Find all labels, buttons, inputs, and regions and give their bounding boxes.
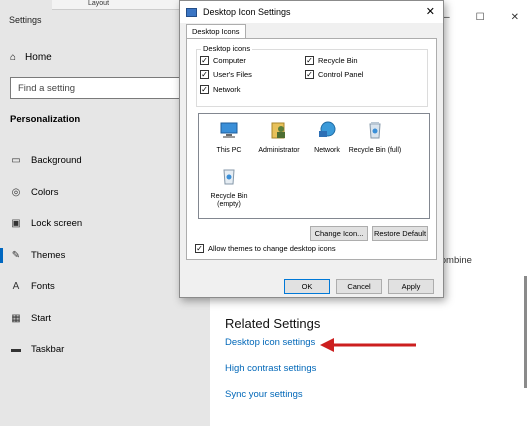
home-nav-item[interactable]: ⌂ Home: [10, 52, 52, 63]
icon-label: This PC: [216, 147, 242, 154]
section-title: Personalization: [10, 114, 81, 125]
sidebar-item-start[interactable]: ▦ Start: [0, 303, 210, 335]
checkbox-box: ✓: [200, 85, 209, 94]
ok-button[interactable]: OK: [284, 279, 330, 294]
palette-icon: ◎: [11, 186, 21, 198]
desktop-icon-settings-link[interactable]: Desktop icon settings: [225, 337, 315, 348]
user-folder-icon: [271, 122, 285, 139]
tab-desktop-icons[interactable]: Desktop Icons: [186, 24, 246, 39]
users-files-checkbox[interactable]: ✓ User's Files: [200, 70, 252, 79]
cancel-button[interactable]: Cancel: [336, 279, 382, 294]
icon-item-recycle-bin-full[interactable]: Recycle Bin (full): [347, 120, 403, 155]
window-controls: — ☐ ✕: [440, 12, 519, 23]
checkbox-label: Recycle Bin: [318, 56, 358, 65]
picture-icon: ▭: [11, 155, 21, 167]
desktop-icon-list: This PC Administrator Network Recycle Bi…: [198, 113, 430, 219]
desktop-icons-group: Desktop icons ✓ Computer ✓ User's Files …: [196, 44, 428, 107]
checkbox-label: Computer: [213, 56, 246, 65]
dialog-titlebar: Desktop Icon Settings: [180, 1, 443, 23]
dialog-title: Desktop Icon Settings: [203, 7, 291, 17]
maximize-icon[interactable]: ☐: [476, 12, 485, 23]
change-icon-button[interactable]: Change Icon...: [310, 226, 368, 241]
sidebar-item-label: Fonts: [31, 281, 55, 293]
high-contrast-settings-link[interactable]: High contrast settings: [225, 363, 316, 374]
checkbox-label: Control Panel: [318, 70, 364, 79]
sidebar-item-label: Taskbar: [31, 344, 65, 356]
sync-settings-link[interactable]: Sync your settings: [225, 389, 303, 400]
checkbox-box: ✓: [305, 70, 314, 79]
apply-button[interactable]: Apply: [388, 279, 434, 294]
icon-label: Recycle Bin (full): [348, 147, 402, 154]
icon-label: Recycle Bin (empty): [210, 193, 248, 208]
icon-item-recycle-bin-empty[interactable]: Recycle Bin (empty): [201, 166, 257, 209]
checkbox-label: Allow themes to change desktop icons: [208, 244, 336, 253]
close-icon[interactable]: ✕: [511, 12, 519, 23]
scrollbar[interactable]: [524, 276, 527, 388]
red-arrow-annotation: [320, 338, 416, 352]
control-panel-checkbox[interactable]: ✓ Control Panel: [305, 70, 363, 79]
recycle-bin-empty-icon: [223, 169, 235, 185]
start-icon: ▦: [11, 312, 21, 324]
sidebar-item-label: Colors: [31, 186, 59, 198]
sidebar-item-taskbar[interactable]: ▬ Taskbar: [0, 334, 210, 366]
sidebar-item-label: Start: [31, 312, 52, 324]
network-globe-icon: [319, 121, 336, 137]
settings-window-title: Settings: [9, 15, 42, 25]
font-icon: A: [12, 281, 20, 293]
group-label: Desktop icons: [201, 44, 253, 53]
lock-screen-icon: ▣: [11, 218, 21, 230]
restore-default-button[interactable]: Restore Default: [372, 226, 428, 241]
icon-item-this-pc[interactable]: This PC: [201, 120, 257, 155]
tab-panel: Desktop icons ✓ Computer ✓ User's Files …: [186, 38, 437, 260]
checkbox-box: ✓: [195, 244, 204, 253]
checkbox-label: Network: [213, 85, 241, 94]
network-checkbox[interactable]: ✓ Network: [200, 85, 241, 94]
recycle-bin-checkbox[interactable]: ✓ Recycle Bin: [305, 56, 358, 65]
sidebar-item-label: Themes: [31, 249, 66, 261]
checkbox-box: ✓: [200, 70, 209, 79]
taskbar-icon: ▬: [11, 344, 21, 356]
sidebar-item-label: Background: [31, 155, 82, 167]
close-icon[interactable]: ✕: [426, 5, 435, 18]
recycle-bin-full-icon: [369, 122, 381, 139]
related-settings-title: Related Settings: [225, 316, 321, 331]
checkbox-box: ✓: [305, 56, 314, 65]
home-label: Home: [25, 52, 52, 63]
brush-icon: ✎: [11, 249, 21, 261]
desktop-icon: [186, 7, 197, 17]
computer-checkbox[interactable]: ✓ Computer: [200, 56, 246, 65]
search-input[interactable]: Find a setting: [10, 77, 198, 99]
home-icon: ⌂: [10, 52, 17, 63]
checkbox-box: ✓: [200, 56, 209, 65]
monitor-icon: [220, 122, 238, 138]
sidebar-item-label: Lock screen: [31, 218, 83, 230]
checkbox-label: User's Files: [213, 70, 252, 79]
background-toolbar: Layout: [52, 0, 182, 10]
desktop-icon-settings-dialog: Desktop Icon Settings ✕ Desktop Icons De…: [179, 0, 444, 298]
layout-menu[interactable]: Layout: [88, 0, 109, 7]
allow-themes-checkbox[interactable]: ✓ Allow themes to change desktop icons: [195, 244, 336, 253]
